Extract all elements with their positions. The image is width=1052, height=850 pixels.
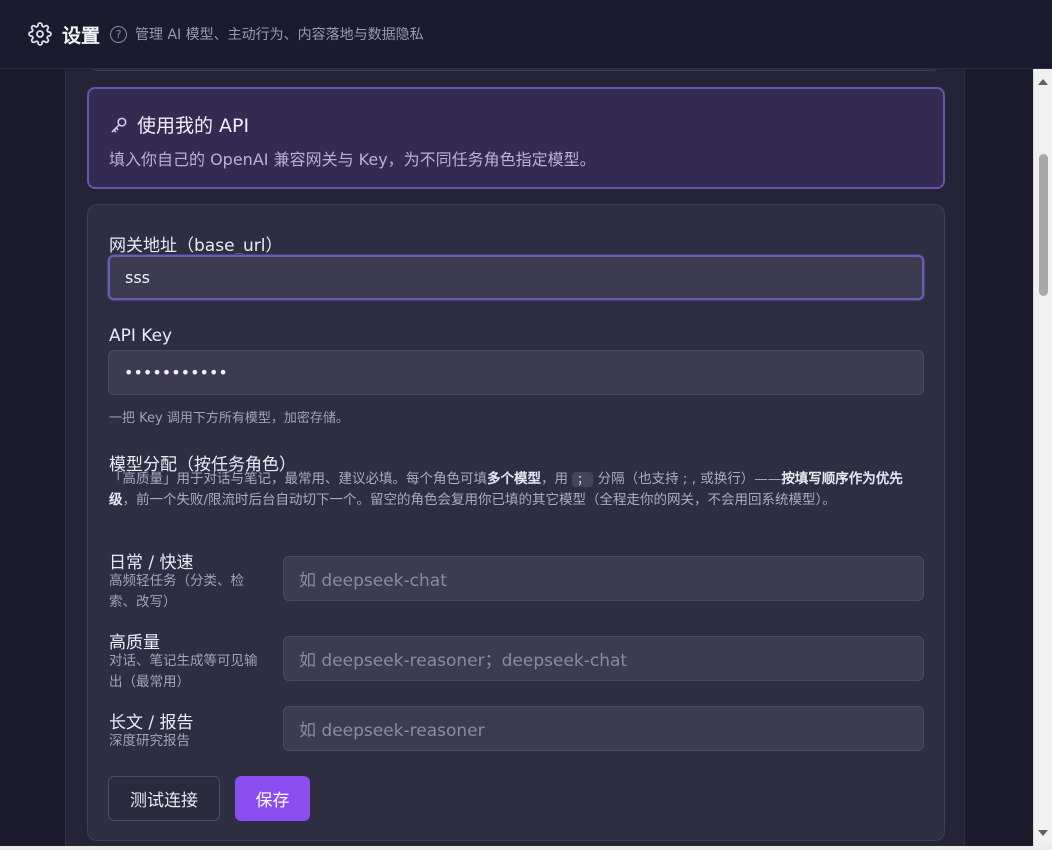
settings-panel: 使用我的 API 填入你自己的 OpenAI 兼容网关与 Key，为不同任务角色… — [65, 69, 965, 846]
vertical-scrollbar[interactable] — [1033, 69, 1052, 846]
base-url-input[interactable]: sss — [108, 255, 924, 300]
key-icon — [109, 115, 129, 135]
scroll-down-arrow-icon[interactable] — [1038, 830, 1048, 836]
api-option-description: 填入你自己的 OpenAI 兼容网关与 Key，为不同任务角色指定模型。 — [109, 150, 596, 169]
role-fast-name: 日常 / 快速 — [109, 553, 194, 573]
role-longform-description: 深度研究报告 — [109, 733, 190, 749]
use-my-api-option[interactable]: 使用我的 API 填入你自己的 OpenAI 兼容网关与 Key，为不同任务角色… — [87, 87, 945, 189]
role-fast-input[interactable]: 如 deepseek-chat — [283, 556, 924, 601]
previous-card-edge — [87, 69, 942, 71]
scroll-up-arrow-icon[interactable] — [1038, 79, 1048, 85]
settings-header: 设置 ? 管理 AI 模型、主动行为、内容落地与数据隐私 — [0, 0, 1052, 69]
model-assignment-description: 「高质量」用于对话与笔记，最常用、建议必填。每个角色可填多个模型，用 ； 分隔（… — [109, 471, 903, 508]
gear-icon — [28, 22, 52, 46]
role-quality-name: 高质量 — [109, 633, 160, 653]
api-option-title: 使用我的 API — [137, 115, 250, 137]
role-longform-input[interactable]: 如 deepseek-reasoner — [283, 706, 924, 751]
test-connection-button[interactable]: 测试连接 — [108, 776, 220, 821]
role-longform-placeholder: 如 deepseek-reasoner — [299, 721, 485, 741]
help-icon[interactable]: ? — [110, 25, 128, 43]
api-key-label: API Key — [109, 326, 173, 346]
role-quality-placeholder: 如 deepseek-reasoner；deepseek-chat — [299, 651, 628, 671]
api-key-hint: 一把 Key 调用下方所有模型，加密存储。 — [109, 411, 349, 426]
role-fast-description: 高频轻任务（分类、检索、改写） — [109, 573, 244, 610]
role-quality-input[interactable]: 如 deepseek-reasoner；deepseek-chat — [283, 636, 924, 681]
scrollbar-thumb[interactable] — [1039, 154, 1048, 296]
save-button[interactable]: 保存 — [235, 776, 310, 821]
api-config-form: 网关地址（base_url） sss API Key ••••••••••• 一… — [87, 204, 945, 841]
role-quality-description: 对话、笔记生成等可见输出（最常用） — [109, 653, 258, 690]
role-longform-name: 长文 / 报告 — [109, 713, 194, 733]
base-url-label: 网关地址（base_url） — [109, 236, 283, 256]
page-title: 设置 — [62, 24, 101, 47]
api-key-input[interactable]: ••••••••••• — [108, 350, 924, 395]
page-subtitle: 管理 AI 模型、主动行为、内容落地与数据隐私 — [135, 27, 424, 43]
window-bottom-edge — [0, 846, 1052, 850]
role-fast-placeholder: 如 deepseek-chat — [299, 571, 447, 591]
settings-scroll-area[interactable]: 使用我的 API 填入你自己的 OpenAI 兼容网关与 Key，为不同任务角色… — [0, 69, 1033, 846]
